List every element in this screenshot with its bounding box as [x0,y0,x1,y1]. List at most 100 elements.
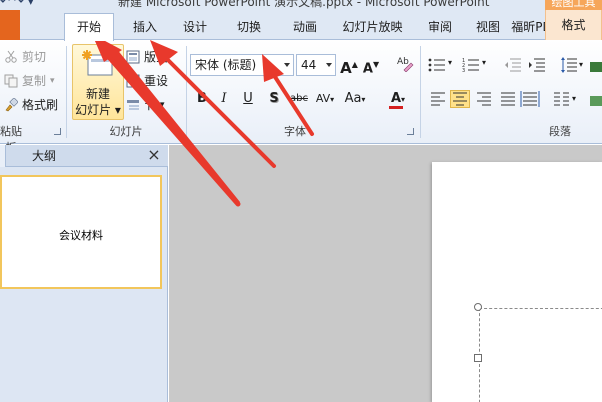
ribbon: 剪切 复制 ▾ 格式刷 粘贴板 新建 幻灯片 ▾ 版式 重设 节 ▾ 幻灯片 宋… [0,40,602,154]
shadow-button[interactable]: S [266,89,282,109]
font-size-value: 44 [301,58,317,72]
grow-font-label: A [340,59,352,77]
italic-button[interactable]: I [216,89,232,109]
paintbrush-icon [5,98,18,112]
svg-text:Ab: Ab [397,57,409,67]
decrease-indent-icon[interactable] [504,58,522,72]
clipboard-launcher-icon[interactable] [54,128,61,135]
underline-button[interactable]: U [240,89,256,109]
clear-formatting-icon[interactable]: Ab [396,54,414,72]
strikethrough-button[interactable]: abc [288,89,310,109]
cut-button[interactable]: 剪切 [4,47,46,67]
align-left-icon[interactable] [428,90,448,108]
bold-button[interactable]: B [194,89,210,109]
reset-label: 重设 [144,74,169,88]
pane-tab-slides[interactable]: 幻 [0,145,6,167]
font-name-dropdown-icon[interactable] [284,63,290,67]
layout-button[interactable]: 版式 [126,47,168,67]
slide-thumbnail-text: 会议材料 [59,229,103,242]
align-center-button[interactable] [450,90,470,108]
layout-label: 版式 [144,50,169,64]
align-right-icon[interactable] [474,90,494,108]
new-slide-icon [82,50,113,76]
reset-button[interactable]: 重设 [126,71,168,91]
slides-group-label: 幻灯片 [109,125,143,138]
pane-tab-outline[interactable]: 大纲 [22,145,66,167]
font-launcher-icon[interactable] [407,128,414,135]
copy-icon [4,74,18,88]
title-bar: ↶ ↷ ▾ 新建 Microsoft PowerPoint 演示文稿.pptx … [0,0,602,10]
section-icon [127,100,139,110]
columns-dropdown-icon[interactable]: ▾ [572,94,576,103]
slide-editor [169,145,602,402]
tab-format[interactable]: 格式 [545,10,602,40]
new-slide-label-line2: 幻灯片 ▾ [75,103,121,117]
numbering-dropdown-icon[interactable]: ▾ [482,58,486,67]
font-size-select[interactable]: 44 [296,54,336,76]
quick-access-toolbar[interactable]: ↶ ↷ ▾ [0,0,34,8]
tab-animations[interactable]: 动画 [280,14,330,40]
pane-tabs: 幻 大纲 × [0,145,168,167]
font-size-dropdown-icon[interactable] [326,63,332,67]
character-spacing-label: AV [315,92,331,105]
tab-slideshow[interactable]: 幻灯片放映 [330,14,415,40]
line-spacing-dropdown-icon[interactable]: ▾ [579,60,583,69]
tab-home[interactable]: 开始 [64,13,114,41]
bullets-icon[interactable] [428,58,446,72]
copy-dropdown-icon[interactable]: ▾ [50,71,55,91]
section-button[interactable]: 节 ▾ [126,95,165,115]
character-spacing-button[interactable]: AV▾ [314,89,336,109]
font-color-swatch [389,106,403,109]
resize-handle[interactable] [474,303,482,311]
svg-text:3: 3 [462,68,465,72]
font-color-button[interactable]: A▾ [386,89,410,109]
smartart-icon[interactable] [590,96,602,106]
new-slide-button[interactable]: 新建 幻灯片 ▾ [72,44,124,120]
tab-design[interactable]: 设计 [170,14,220,40]
section-dropdown-icon[interactable]: ▾ [160,95,165,115]
tab-transitions[interactable]: 切换 [224,14,274,40]
layout-icon [126,50,140,64]
shrink-font-button[interactable]: A▼ [362,55,380,77]
format-painter-button[interactable]: 格式刷 [4,95,58,115]
scissors-icon [5,50,17,63]
tab-view[interactable]: 视图 [466,14,510,40]
change-case-label: Aa [344,91,362,106]
font-color-label: A [390,91,402,106]
close-icon[interactable]: × [146,147,162,163]
paragraph-group-label: 段落 [549,125,571,138]
text-placeholder[interactable] [479,308,602,402]
align-center-icon [453,92,467,106]
reset-icon [126,74,140,88]
columns-icon[interactable] [552,90,572,108]
slides-pane: 幻 大纲 × 会议材料 [0,145,168,402]
font-group-label: 字体 [284,125,306,138]
tab-review[interactable]: 审阅 [418,14,462,40]
increase-indent-icon[interactable] [528,58,546,72]
justify-icon[interactable] [498,90,518,108]
ribbon-tabs: 开始 插入 设计 切换 动画 幻灯片放映 审阅 视图 福昕PDF 格式 [0,10,602,41]
bullets-dropdown-icon[interactable]: ▾ [448,58,452,67]
resize-handle[interactable] [474,354,482,362]
font-name-value: 宋体 (标题) [195,58,257,72]
text-direction-icon[interactable] [590,62,602,72]
tab-insert[interactable]: 插入 [120,14,170,40]
window-title: 新建 Microsoft PowerPoint 演示文稿.pptx - Micr… [118,0,490,9]
section-label: 节 [144,98,157,112]
grow-font-button[interactable]: A▲ [340,55,358,77]
numbering-icon[interactable]: 123 [462,58,480,72]
drawing-tools-context-label: 绘图工具 [545,0,602,10]
slide-thumbnail[interactable]: 会议材料 [0,175,162,289]
line-spacing-icon[interactable] [560,56,578,74]
file-tab[interactable] [0,10,20,40]
cut-label: 剪切 [22,50,47,64]
group-separator [186,46,187,138]
shrink-font-label: A [362,61,373,77]
copy-button[interactable]: 复制 ▾ [4,71,55,91]
change-case-button[interactable]: Aa▾ [342,89,368,109]
font-name-select[interactable]: 宋体 (标题) [190,54,294,76]
distributed-icon[interactable] [520,90,540,108]
new-slide-label-line1: 新建 [85,87,110,101]
group-separator [66,46,67,138]
copy-label: 复制 [22,74,47,88]
